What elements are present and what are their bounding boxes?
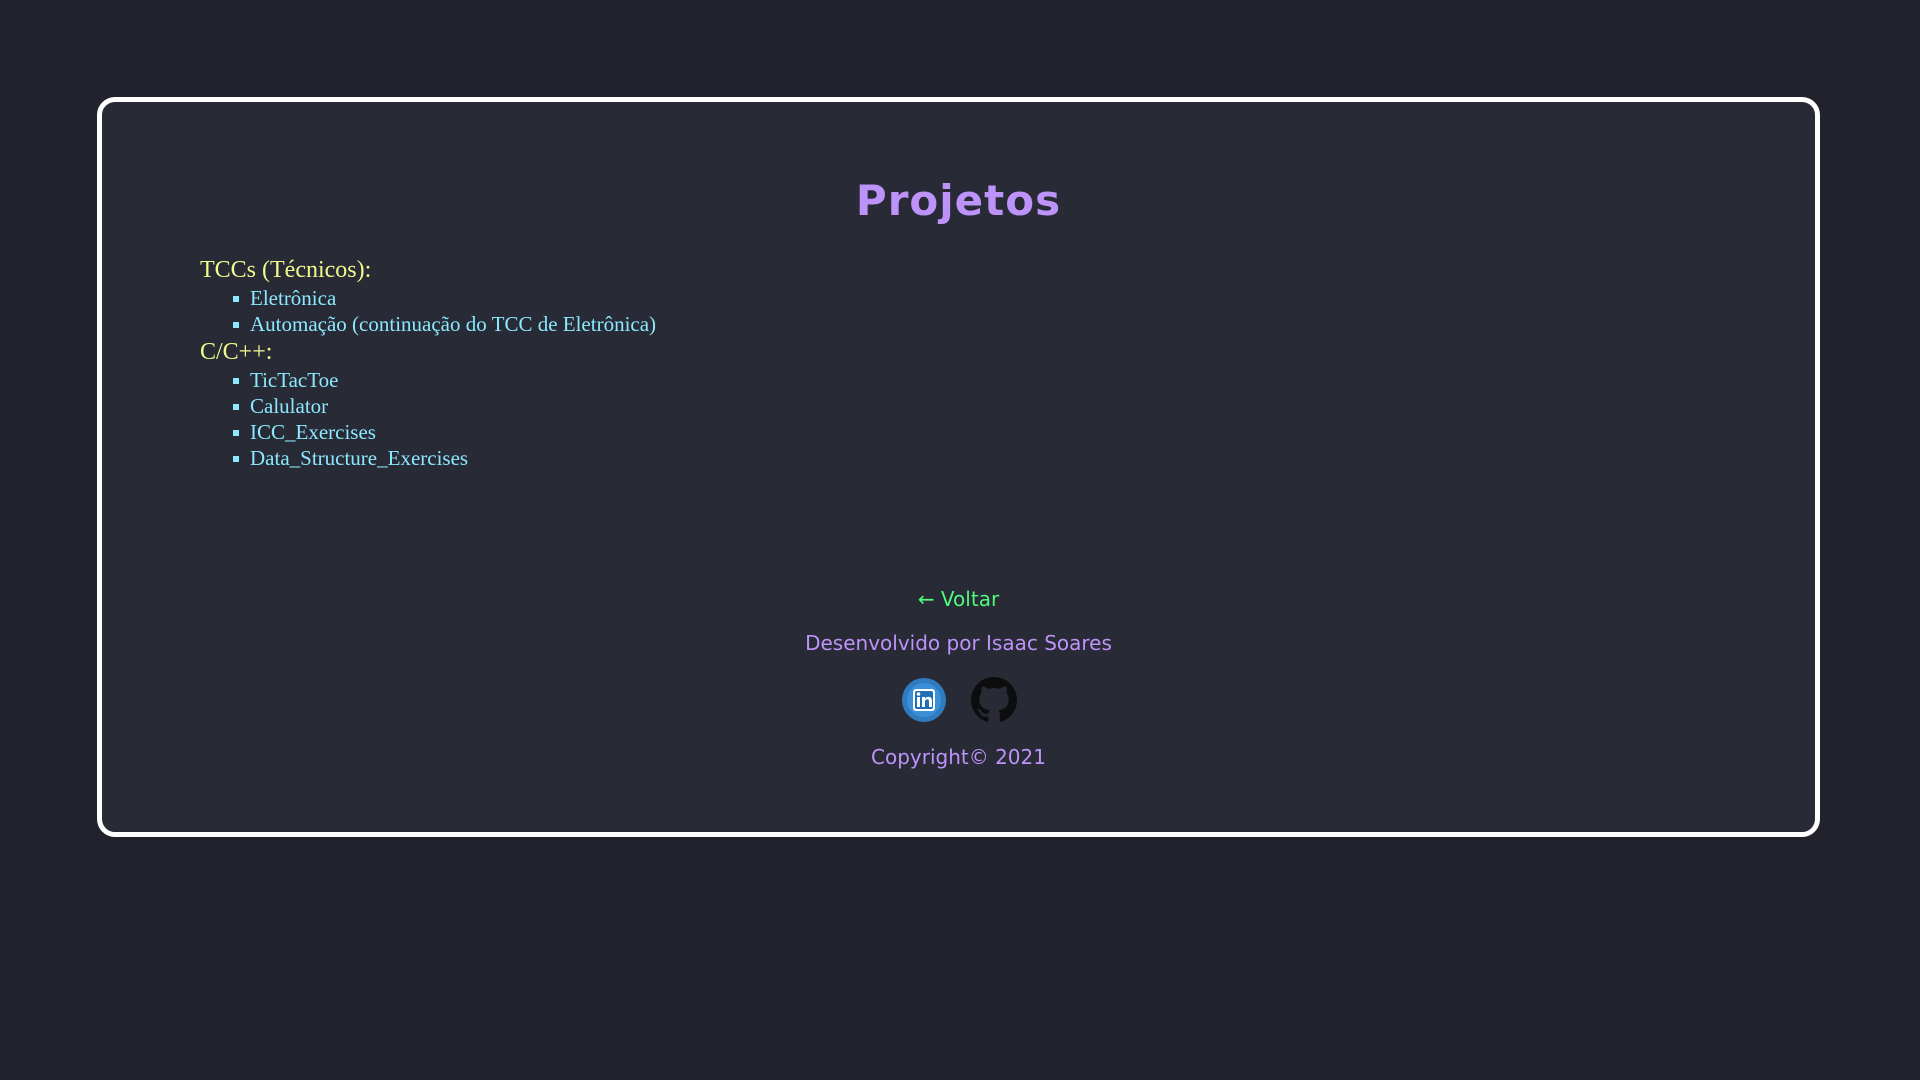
linkedin-icon (901, 678, 946, 722)
back-link-container: ← Voltar (102, 585, 1815, 613)
projects-card: Projetos TCCs (Técnicos): Eletrônica Aut… (97, 97, 1820, 837)
credits-text: Desenvolvido por Isaac Soares (805, 631, 1112, 655)
list-item: Calulator (233, 393, 1100, 419)
projects-list: TCCs (Técnicos): Eletrônica Automação (c… (200, 255, 1100, 471)
category-tccs: TCCs (Técnicos): Eletrônica Automação (c… (200, 255, 1100, 337)
list-item: Eletrônica (233, 285, 1100, 311)
social-links (102, 677, 1815, 723)
project-link-eletronica[interactable]: Eletrônica (250, 286, 336, 310)
project-link-tictactoe[interactable]: TicTacToe (250, 368, 338, 392)
back-link[interactable]: ← Voltar (918, 587, 999, 611)
project-list: TicTacToe Calulator ICC_Exercises Data_S… (200, 367, 1100, 471)
category-title: TCCs (Técnicos): (200, 257, 372, 283)
project-link-data-structure-exercises[interactable]: Data_Structure_Exercises (250, 446, 468, 470)
project-link-icc-exercises[interactable]: ICC_Exercises (250, 420, 376, 444)
project-link-calulator[interactable]: Calulator (250, 394, 328, 418)
list-item: Automação (continuação do TCC de Eletrôn… (233, 311, 1100, 337)
list-item: Data_Structure_Exercises (233, 445, 1100, 471)
category-title: C/C++: (200, 339, 273, 365)
copyright-text: Copyright© 2021 (871, 745, 1046, 769)
page-title: Projetos (855, 176, 1062, 225)
list-item: TicTacToe (233, 367, 1100, 393)
github-link[interactable] (970, 677, 1017, 723)
category-c-cpp: C/C++: TicTacToe Calulator ICC_Exercises… (200, 337, 1100, 471)
list-item: ICC_Exercises (233, 419, 1100, 445)
github-icon (970, 677, 1017, 722)
linkedin-link[interactable] (901, 677, 947, 723)
project-link-automacao[interactable]: Automação (continuação do TCC de Eletrôn… (250, 312, 656, 336)
project-list: Eletrônica Automação (continuação do TCC… (200, 285, 1100, 337)
